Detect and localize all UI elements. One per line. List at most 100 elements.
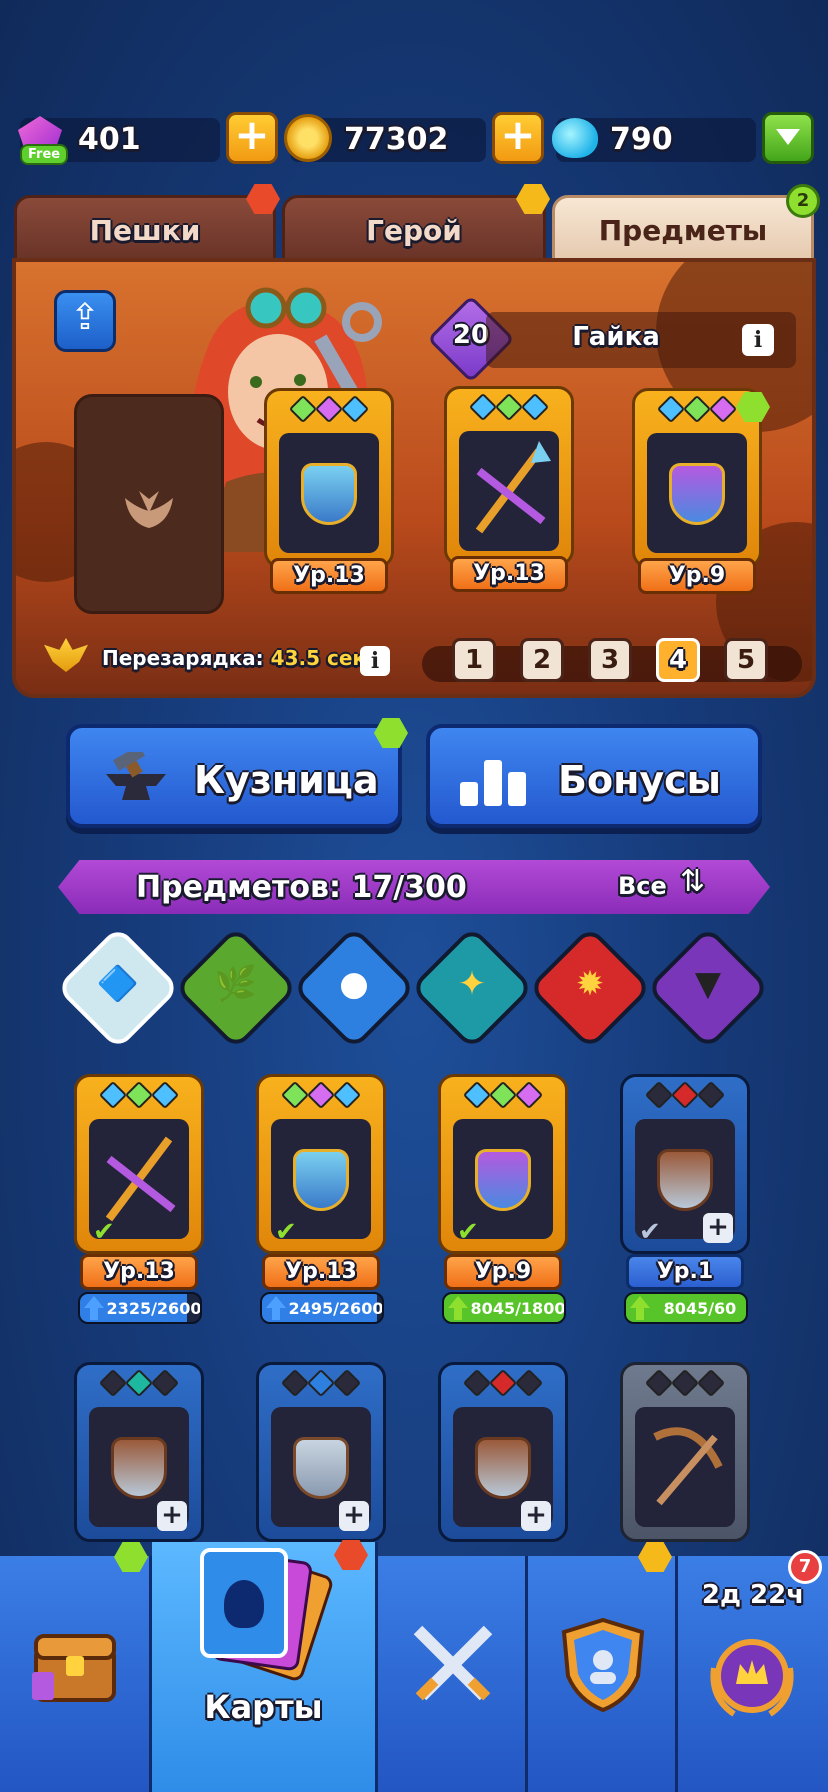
nav-clan[interactable] — [528, 1556, 678, 1792]
hero-name: Гайка — [572, 322, 660, 352]
inventory-item[interactable]: ✔ Ур.13 2495/2600 — [256, 1074, 386, 1334]
nav-battle[interactable] — [378, 1556, 528, 1792]
inventory-item[interactable]: ✔ Ур.9 8045/1800 — [438, 1074, 568, 1334]
inventory-item[interactable]: ✔ + Ур.1 8045/60 — [620, 1074, 750, 1334]
card-frame — [620, 1362, 750, 1542]
card-frame: + — [256, 1362, 386, 1542]
check-icon: ✔ — [639, 1217, 661, 1247]
laurel-crown-icon — [710, 1639, 794, 1717]
events-badge: 7 — [788, 1550, 822, 1584]
armor-icon — [293, 1437, 349, 1499]
item-level: Ур.13 — [450, 556, 568, 592]
gem-row — [623, 1080, 747, 1110]
equipped-check-icon: ✔ — [457, 1217, 479, 1247]
amulet-icon — [669, 463, 725, 525]
plant-icon: 🌿 — [214, 964, 258, 1004]
gems-count: 401 — [78, 122, 141, 157]
eagle-icon: ✦ — [457, 964, 487, 1004]
amulet-icon — [475, 1149, 531, 1211]
gem-icon — [520, 392, 550, 422]
tab-pawns[interactable]: Пешки — [14, 195, 276, 261]
gem-icon — [340, 394, 370, 424]
recharge-time: 43.5 сек. — [270, 646, 374, 670]
card-frame: + — [438, 1362, 568, 1542]
recharge-info-button[interactable]: i — [360, 646, 390, 676]
bonuses-label: Бонусы — [558, 758, 721, 802]
recharge-info: Перезарядка: 43.5 сек. — [102, 646, 374, 670]
tab-items-badge: 2 — [786, 184, 820, 218]
item-level: Ур.13 — [80, 1254, 198, 1290]
upgrade-progress: 8045/60 — [624, 1292, 748, 1324]
upgrade-progress: 2495/2600 — [260, 1292, 384, 1324]
card-art — [459, 431, 559, 551]
hero-info-button[interactable]: i — [742, 324, 774, 356]
crossbow-icon — [653, 1427, 723, 1506]
equipped-check-icon: ✔ — [93, 1217, 115, 1247]
hero-panel: 20 Гайка i Ур.13 — [12, 258, 816, 698]
item-level: Ур.9 — [638, 558, 756, 594]
tab-hero[interactable]: Герой — [282, 195, 546, 261]
pauldron-icon — [111, 1437, 167, 1499]
inventory-item[interactable]: ✔ Ур.13 2325/2600 — [74, 1074, 204, 1334]
add-icon[interactable]: + — [703, 1213, 733, 1243]
add-icon[interactable]: + — [339, 1501, 369, 1531]
buy-gems-button[interactable]: + — [226, 112, 278, 164]
card-art — [635, 1407, 735, 1527]
add-icon[interactable]: + — [521, 1501, 551, 1531]
nav-events[interactable]: 2д 22ч — [678, 1556, 828, 1792]
gem-row — [77, 1080, 201, 1110]
bonuses-button[interactable]: Бонусы — [426, 724, 762, 828]
card-frame: ✔ — [74, 1074, 204, 1254]
add-icon[interactable]: + — [157, 1501, 187, 1531]
slot-5-button[interactable]: 5 — [724, 638, 768, 682]
card-art — [647, 433, 747, 553]
clan-shield-icon — [561, 1617, 645, 1712]
rainbow-gem-icon: 🔷 — [96, 964, 140, 1004]
tab-items[interactable]: Предметы — [552, 195, 814, 261]
weapon-icon — [475, 441, 551, 534]
upgrade-progress: 2325/2600 — [78, 1292, 202, 1324]
gem-row — [441, 1368, 565, 1398]
lightbulb-icon: ✹ — [575, 964, 605, 1004]
drops-count: 790 — [610, 122, 673, 157]
pauldron-icon — [657, 1149, 713, 1211]
gem-icon — [708, 394, 738, 424]
forge-button[interactable]: Кузница — [66, 724, 402, 828]
equipped-item-2[interactable]: Ур.13 — [444, 386, 574, 606]
magic-ball-icon: ● — [339, 964, 369, 1004]
sort-button[interactable]: Все — [618, 872, 667, 900]
empty-item-slot[interactable] — [74, 394, 224, 614]
buy-coins-button[interactable]: + — [492, 112, 544, 164]
slot-2-button[interactable]: 2 — [520, 638, 564, 682]
item-level: Ур.13 — [262, 1254, 380, 1290]
slot-1-button[interactable]: 1 — [452, 638, 496, 682]
equipped-item-3[interactable]: Ур.9 — [632, 388, 762, 608]
sort-icon[interactable]: ⇅ — [680, 864, 705, 899]
recharge-label: Перезарядка: — [102, 646, 264, 670]
gem-row — [441, 1080, 565, 1110]
gem-icon — [288, 394, 318, 424]
anvil-icon — [106, 752, 166, 800]
item-level: Ур.13 — [270, 558, 388, 594]
slot-3-button[interactable]: 3 — [588, 638, 632, 682]
card-frame: + — [74, 1362, 204, 1542]
bar-chart-icon — [460, 760, 526, 806]
card-frame: ✔ — [256, 1074, 386, 1254]
equipped-item-1[interactable]: Ур.13 — [264, 388, 394, 608]
nav-shop[interactable] — [0, 1556, 152, 1792]
crossed-swords-icon — [413, 1625, 493, 1701]
slot-4-button[interactable]: 4 — [656, 638, 700, 682]
eagle-emblem-icon — [44, 638, 88, 672]
chest-icon — [32, 1634, 116, 1702]
armor-icon — [293, 1149, 349, 1211]
drop-icon — [552, 118, 598, 158]
item-level: Ур.9 — [444, 1254, 562, 1290]
share-button[interactable] — [54, 290, 116, 352]
gem-row — [77, 1368, 201, 1398]
dropdown-button[interactable] — [762, 112, 814, 164]
item-level: Ур.1 — [626, 1254, 744, 1290]
gem-icon — [314, 394, 344, 424]
amulet-icon — [475, 1437, 531, 1499]
nav-cards[interactable]: Карты — [152, 1542, 378, 1792]
gem-icon — [494, 392, 524, 422]
